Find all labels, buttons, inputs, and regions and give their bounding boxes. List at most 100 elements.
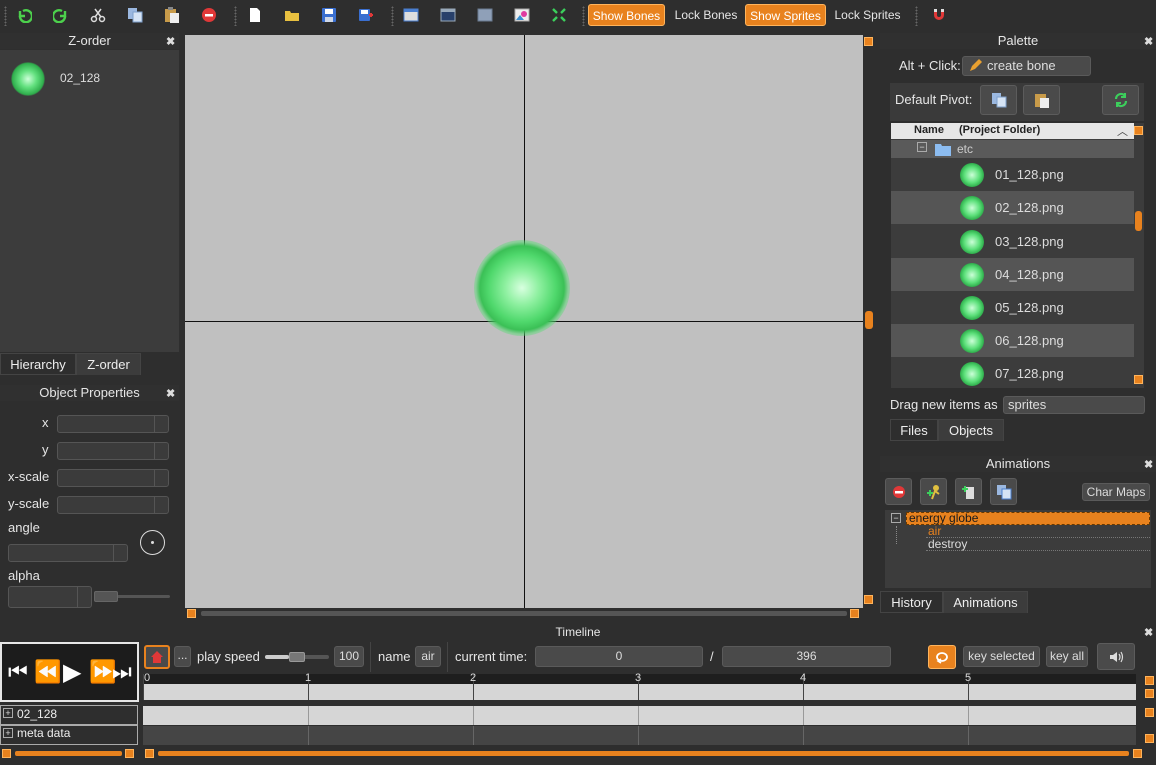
list-item[interactable]: 02_128.png (891, 191, 1134, 224)
window-icon[interactable] (402, 6, 420, 24)
window-dark-icon[interactable] (439, 6, 457, 24)
list-item[interactable]: 04_128.png (891, 258, 1134, 291)
xscale-spinner[interactable] (154, 470, 168, 486)
ruler-scroll-cap[interactable] (1144, 674, 1156, 700)
duplicate-animation-button[interactable] (990, 478, 1017, 505)
tab-objects[interactable]: Objects (938, 419, 1004, 441)
delete-animation-button[interactable] (885, 478, 912, 505)
key-all-button[interactable]: key all (1046, 646, 1088, 667)
toolbar-grip[interactable] (915, 6, 918, 26)
copy-pivot-button[interactable] (980, 85, 1017, 115)
lock-sprites-button[interactable]: Lock Sprites (830, 4, 905, 26)
toolbar-grip[interactable] (4, 6, 7, 26)
paste-pivot-button[interactable] (1023, 85, 1060, 115)
image-icon[interactable] (513, 6, 531, 24)
collapse-icon[interactable]: − (891, 513, 901, 523)
name-field[interactable]: air (415, 646, 441, 667)
delete-icon[interactable] (200, 6, 218, 24)
open-folder-icon[interactable] (283, 6, 301, 24)
expand-icon[interactable]: + (3, 728, 13, 738)
list-item[interactable]: 02_128 (8, 60, 173, 96)
track-header[interactable]: + meta data (0, 725, 138, 745)
paste-icon[interactable] (163, 6, 181, 24)
undo-icon[interactable] (15, 6, 33, 24)
close-icon[interactable]: ✖ (166, 387, 175, 400)
collapse-icon[interactable]: − (917, 142, 927, 152)
canvas-vscrollbar[interactable] (863, 35, 876, 608)
angle-field[interactable] (8, 544, 128, 562)
file-tree-vscrollbar[interactable] (1134, 123, 1144, 388)
alpha-field[interactable] (8, 586, 92, 608)
more-button[interactable]: ... (174, 646, 191, 667)
play-speed-slider[interactable] (265, 652, 329, 662)
angle-dial[interactable] (140, 530, 165, 555)
play-icon[interactable]: ▶ (63, 658, 81, 687)
copy-icon[interactable] (126, 6, 144, 24)
alpha-slider[interactable] (94, 591, 170, 603)
step-forward-icon[interactable]: ⏩ (89, 659, 116, 685)
name-column-header[interactable]: Name (914, 124, 944, 136)
track-header-hscrollbar[interactable] (0, 748, 139, 759)
tab-history[interactable]: History (880, 591, 943, 613)
current-time-field[interactable]: 0 (535, 646, 703, 667)
toolbar-grip[interactable] (391, 6, 394, 26)
drag-items-dropdown[interactable]: sprites (1003, 396, 1145, 414)
yscale-field[interactable] (57, 496, 169, 514)
char-maps-button[interactable]: Char Maps (1082, 483, 1150, 501)
canvas-hscrollbar[interactable] (185, 608, 863, 619)
close-icon[interactable]: ✖ (1144, 35, 1153, 48)
total-time-field[interactable]: 396 (722, 646, 891, 667)
step-back-icon[interactable]: ⏪ (34, 659, 61, 685)
toolbar-grip[interactable] (582, 6, 585, 26)
skip-start-icon[interactable]: ⏮ (8, 659, 28, 685)
close-icon[interactable]: ✖ (166, 35, 175, 48)
folder-row[interactable]: − etc (891, 140, 1134, 158)
folder-column-header[interactable]: (Project Folder) (959, 124, 1040, 136)
zorder-list[interactable]: 02_128 (0, 50, 179, 352)
track-vscrollbar[interactable] (1144, 706, 1156, 746)
list-item[interactable]: 07_128.png (891, 357, 1134, 388)
y-field[interactable] (57, 442, 169, 460)
tab-hierarchy[interactable]: Hierarchy (0, 353, 76, 375)
energy-globe-sprite[interactable] (474, 240, 570, 336)
cut-icon[interactable] (89, 6, 107, 24)
tab-animations[interactable]: Animations (943, 591, 1028, 613)
tab-zorder[interactable]: Z-order (76, 353, 141, 375)
create-bone-dropdown[interactable]: create bone (962, 56, 1091, 76)
timeline-hscrollbar[interactable] (143, 748, 1147, 759)
show-bones-button[interactable]: Show Bones (588, 4, 665, 26)
magnet-icon[interactable] (931, 6, 949, 24)
track-header[interactable]: + 02_128 (0, 705, 138, 725)
add-entity-button[interactable] (920, 478, 947, 505)
expand-icon[interactable]: + (3, 708, 13, 718)
track-lane[interactable] (143, 726, 1136, 745)
canvas-viewport[interactable] (185, 35, 863, 608)
time-ruler[interactable]: 0 1 2 3 4 5 (143, 672, 1136, 700)
list-item[interactable]: 01_128.png (891, 158, 1134, 191)
skip-end-icon[interactable]: ⏭ (112, 659, 132, 685)
x-field[interactable] (57, 415, 169, 433)
list-item[interactable]: 03_128.png (891, 225, 1134, 258)
close-icon[interactable]: ✖ (1144, 458, 1153, 471)
animation-item-destroy[interactable]: destroy (926, 538, 1150, 551)
sound-button[interactable] (1097, 643, 1135, 670)
home-button[interactable] (144, 645, 170, 669)
yscale-spinner[interactable] (154, 497, 168, 513)
alpha-spinner[interactable] (77, 587, 91, 607)
save-icon[interactable] (320, 6, 338, 24)
key-selected-button[interactable]: key selected (963, 646, 1040, 667)
refresh-button[interactable] (1102, 85, 1139, 115)
track-lane[interactable] (143, 706, 1136, 725)
new-file-icon[interactable] (246, 6, 264, 24)
loop-button[interactable] (928, 645, 956, 669)
y-spinner[interactable] (154, 443, 168, 459)
lock-bones-button[interactable]: Lock Bones (670, 4, 742, 26)
close-icon[interactable]: ✖ (1144, 626, 1153, 639)
list-item[interactable]: 06_128.png (891, 324, 1134, 357)
tab-files[interactable]: Files (890, 419, 938, 441)
show-sprites-button[interactable]: Show Sprites (745, 4, 826, 26)
add-animation-button[interactable] (955, 478, 982, 505)
sort-chevron-icon[interactable]: ︿ (1117, 123, 1128, 139)
save-as-icon[interactable] (357, 6, 375, 24)
entity-item[interactable]: energy globe (906, 512, 1150, 525)
